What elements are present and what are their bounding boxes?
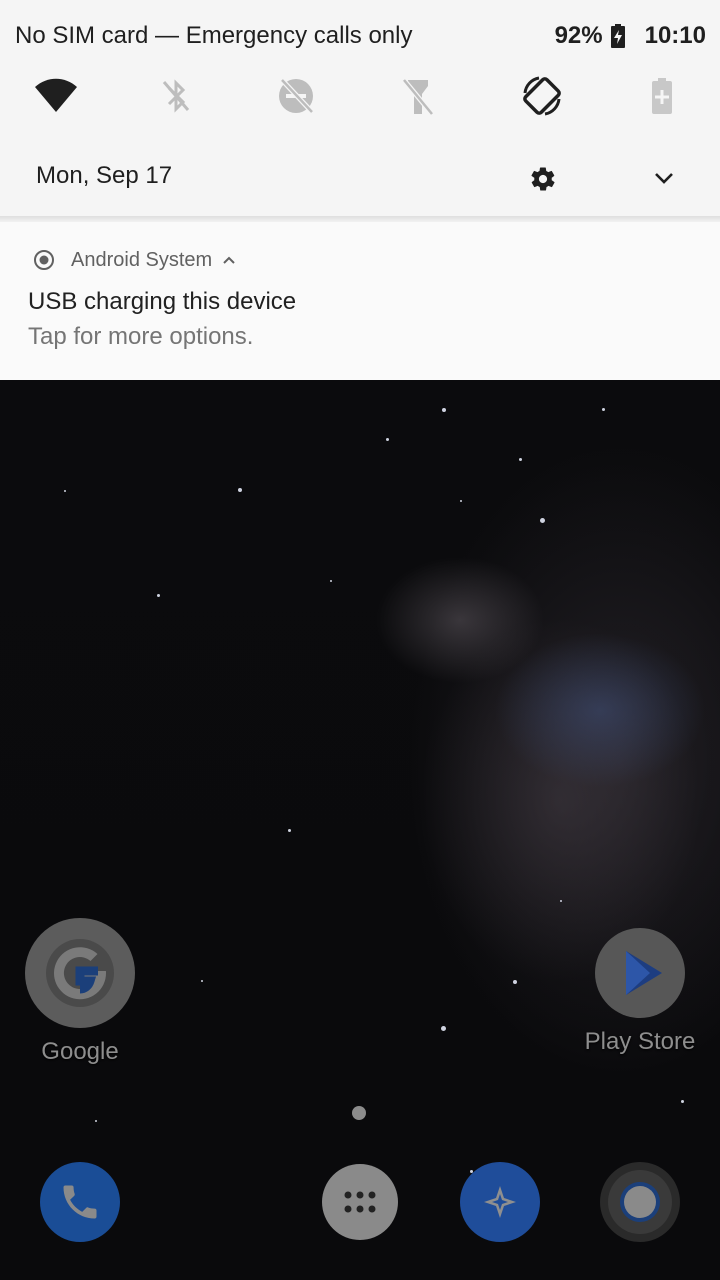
qs-tile-do-not-disturb[interactable] [272,72,320,120]
notification-header: Android System [33,247,236,273]
qs-tile-flashlight[interactable] [394,72,442,120]
notification-usb-charging[interactable]: Android System USB charging this device … [0,222,720,380]
bluetooth-off-icon [162,79,190,113]
battery-percent: 92% [554,22,603,49]
chrome-icon[interactable] [600,1162,680,1242]
app-google[interactable]: Google [24,918,136,1066]
auto-rotate-icon [523,76,561,116]
maps-icon[interactable] [460,1162,540,1242]
wifi-icon [35,78,77,112]
app-drawer-icon[interactable] [322,1164,398,1240]
phone-icon[interactable] [40,1162,120,1242]
play-store-icon [595,928,685,1018]
flashlight-off-icon [402,78,434,116]
notification-text: Tap for more options. [28,323,254,350]
qs-tile-auto-rotate[interactable] [518,72,566,120]
app-label-play-store: Play Store [584,1028,696,1055]
status-bar: No SIM card — Emergency calls only 92% 1… [0,0,720,72]
chevron-up-icon[interactable] [222,255,236,265]
qs-tile-bluetooth[interactable] [152,72,200,120]
date-text: Mon, Sep 17 [36,162,173,189]
do-not-disturb-off-icon [279,78,314,114]
date-row: Mon, Sep 17 [0,150,720,202]
qs-tile-battery-saver[interactable] [638,72,686,120]
carrier-text: No SIM card — Emergency calls only [15,22,413,49]
clock: 10:10 [644,22,706,49]
app-play-store[interactable]: Play Store [584,928,696,1056]
quick-settings-row [0,72,720,122]
notification-app-name: Android System [71,248,213,271]
expand-quick-settings-button[interactable] [646,160,682,196]
google-icon [25,918,135,1028]
notification-shade: No SIM card — Emergency calls only 92% 1… [0,0,720,216]
home-wallpaper [0,380,720,1280]
notification-title: USB charging this device [28,288,297,315]
page-indicator [352,1106,366,1120]
battery-saver-icon [652,78,672,114]
battery-charging-icon [610,24,625,48]
app-label-google: Google [41,1038,119,1065]
settings-button[interactable] [524,160,562,198]
chevron-down-icon [655,173,673,184]
qs-tile-wifi[interactable] [32,72,80,120]
gear-icon [531,167,555,191]
android-system-icon [34,250,54,270]
